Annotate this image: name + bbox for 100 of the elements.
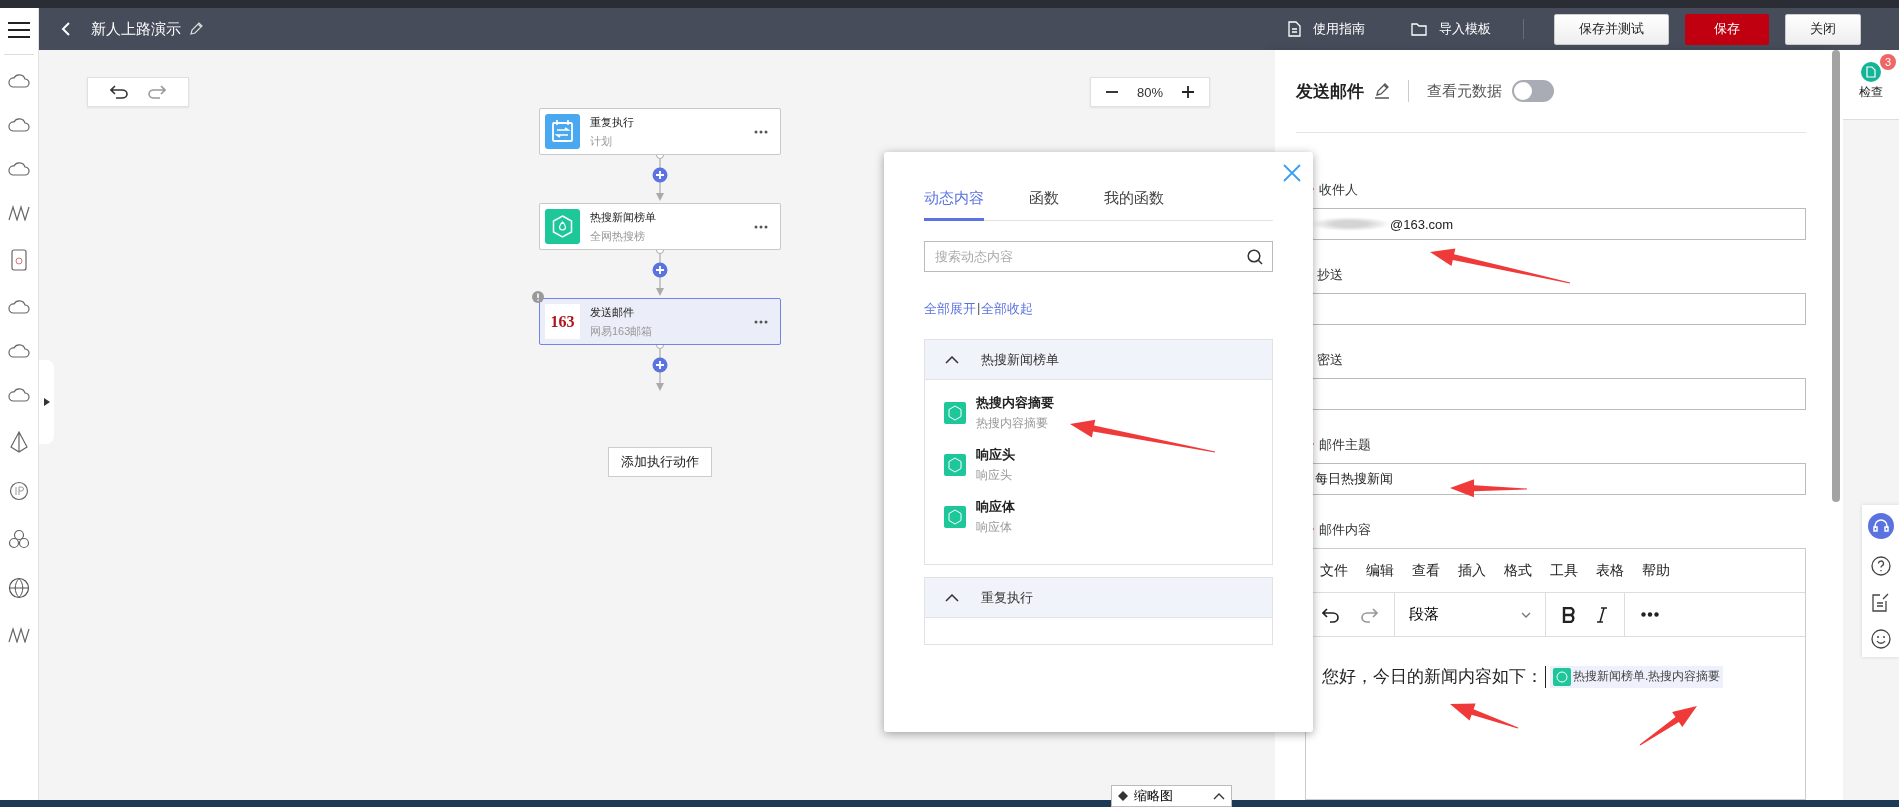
field-label: 邮件内容 — [1319, 521, 1371, 539]
note-icon[interactable] — [1871, 592, 1890, 613]
annotation-arrow — [1639, 706, 1697, 746]
search-icon[interactable] — [1247, 249, 1263, 265]
header-button[interactable]: 关闭 — [1785, 13, 1861, 45]
node-title: 发送邮件 — [590, 304, 635, 320]
field-label: 邮件主题 — [1319, 436, 1371, 454]
format-dropdown[interactable]: 段落 — [1395, 593, 1546, 636]
group-header[interactable]: 热搜新闻榜单 — [925, 340, 1272, 380]
node-subtitle: 网易163邮箱 — [590, 323, 654, 339]
folder-icon[interactable] — [1411, 22, 1427, 36]
close-icon[interactable] — [1283, 164, 1301, 182]
tab[interactable]: 我的函数 — [1104, 189, 1164, 221]
cloud-icon[interactable] — [8, 117, 30, 133]
scrollbar[interactable] — [1832, 50, 1840, 502]
node-title: 重复执行 — [590, 114, 635, 130]
menu-item[interactable]: 查看 — [1412, 561, 1440, 580]
variable-description: 热搜内容摘要 — [976, 415, 1049, 432]
document-icon[interactable] — [1288, 21, 1301, 37]
save-button[interactable]: 保存 — [1685, 13, 1769, 45]
inspect-label[interactable]: 检查 — [1859, 84, 1883, 101]
bold-icon[interactable] — [1562, 606, 1576, 623]
group-title: 重复执行 — [981, 588, 1033, 607]
header-button[interactable]: 保存并测试 — [1554, 13, 1669, 45]
variable-name[interactable]: 响应头 — [976, 446, 1015, 464]
more-icon[interactable] — [754, 319, 768, 324]
wave-icon[interactable] — [8, 205, 30, 221]
undo-icon[interactable] — [110, 85, 128, 99]
group-header[interactable]: 重复执行 — [925, 578, 1272, 618]
group-title: 热搜新闻榜单 — [981, 350, 1059, 369]
more-icon[interactable] — [1641, 612, 1659, 617]
variable-description: 响应头 — [976, 467, 1013, 484]
field-label: 抄送 — [1317, 266, 1343, 284]
italic-icon[interactable] — [1596, 606, 1608, 623]
tab[interactable]: 函数 — [1029, 189, 1059, 221]
cloud-icon[interactable] — [8, 343, 30, 359]
variable-description: 响应体 — [976, 519, 1013, 536]
menu-item[interactable]: 工具 — [1550, 561, 1578, 580]
collapse-all-link[interactable]: 全部收起 — [981, 300, 1034, 318]
count-badge: 3 — [1880, 54, 1896, 70]
tab[interactable]: 动态内容 — [924, 189, 984, 221]
calendar-icon — [545, 114, 580, 149]
toggle-label: 查看元数据 — [1427, 81, 1502, 101]
flow-node[interactable]: 163 发送邮件 网易163邮箱 — [539, 298, 781, 345]
minimap-button[interactable]: 缩略图 — [1111, 785, 1232, 807]
redo-icon[interactable] — [1360, 606, 1378, 623]
smiley-icon[interactable] — [1870, 628, 1891, 649]
flow-title: 新人上路演示 — [91, 19, 181, 39]
separator: | — [977, 300, 981, 317]
rings-icon[interactable] — [8, 529, 30, 549]
ip-icon[interactable] — [9, 481, 29, 501]
menu-item[interactable]: 表格 — [1596, 561, 1624, 580]
mail-logo: 163 — [545, 304, 580, 339]
cloud-icon[interactable] — [8, 161, 30, 177]
header-link[interactable]: 导入模板 — [1439, 20, 1491, 38]
help-icon[interactable] — [1870, 555, 1891, 576]
field-label: 收件人 — [1319, 181, 1358, 199]
pencil-icon[interactable] — [1374, 83, 1390, 99]
undo-icon[interactable] — [1322, 606, 1340, 623]
chevron-icon — [1213, 792, 1225, 800]
variable-token[interactable]: 热搜新闻榜单.热搜内容摘要 — [1550, 665, 1724, 688]
menu-item[interactable]: 插入 — [1458, 561, 1486, 580]
flow-node[interactable]: 重复执行 计划 — [539, 108, 781, 155]
headset-icon[interactable] — [1867, 513, 1894, 540]
zoom-level: 80% — [1137, 84, 1163, 100]
flow-node[interactable]: 热搜新闻榜单 全网热搜榜 — [539, 203, 781, 250]
metadata-toggle[interactable] — [1512, 80, 1554, 102]
add-action-button[interactable]: 添加执行动作 — [608, 447, 712, 477]
redo-icon[interactable] — [148, 85, 166, 99]
node-subtitle: 全网热搜榜 — [590, 228, 646, 244]
menu-item[interactable]: 帮助 — [1642, 561, 1670, 580]
menu-item[interactable]: 文件 — [1320, 561, 1348, 580]
sidebar-toggle[interactable] — [39, 360, 54, 444]
variable-name[interactable]: 响应体 — [976, 498, 1015, 516]
zoom-in-icon[interactable] — [1181, 85, 1195, 99]
search-field[interactable]: 搜索动态内容 — [924, 241, 1273, 272]
header-link[interactable]: 使用指南 — [1313, 20, 1365, 38]
more-icon[interactable] — [754, 129, 768, 134]
globe-icon[interactable] — [8, 577, 30, 599]
field-label: 密送 — [1317, 351, 1343, 369]
menu-item[interactable]: 编辑 — [1366, 561, 1394, 580]
cloud-icon[interactable] — [8, 299, 30, 315]
expand-all-link[interactable]: 全部展开 — [924, 300, 976, 318]
more-icon[interactable] — [754, 224, 768, 229]
card-icon[interactable] — [11, 249, 27, 271]
chevron-icon — [1521, 611, 1531, 618]
back-icon[interactable] — [61, 22, 71, 36]
cloud-icon[interactable] — [8, 73, 30, 89]
menu-icon[interactable] — [8, 21, 30, 39]
wave-icon[interactable] — [8, 627, 30, 643]
inspect-icon[interactable] — [1861, 62, 1881, 82]
variable-name[interactable]: 热搜内容摘要 — [976, 394, 1054, 412]
node-title: 热搜新闻榜单 — [590, 209, 657, 225]
panel-title: 发送邮件 — [1296, 80, 1364, 103]
pyramid-icon[interactable] — [9, 431, 29, 453]
editor-text: 您好，今日的新闻内容如下： — [1322, 666, 1543, 688]
menu-item[interactable]: 格式 — [1504, 561, 1532, 580]
node-subtitle: 计划 — [590, 133, 613, 149]
annotation-arrow — [1450, 703, 1519, 729]
cloud-icon[interactable] — [8, 387, 30, 403]
